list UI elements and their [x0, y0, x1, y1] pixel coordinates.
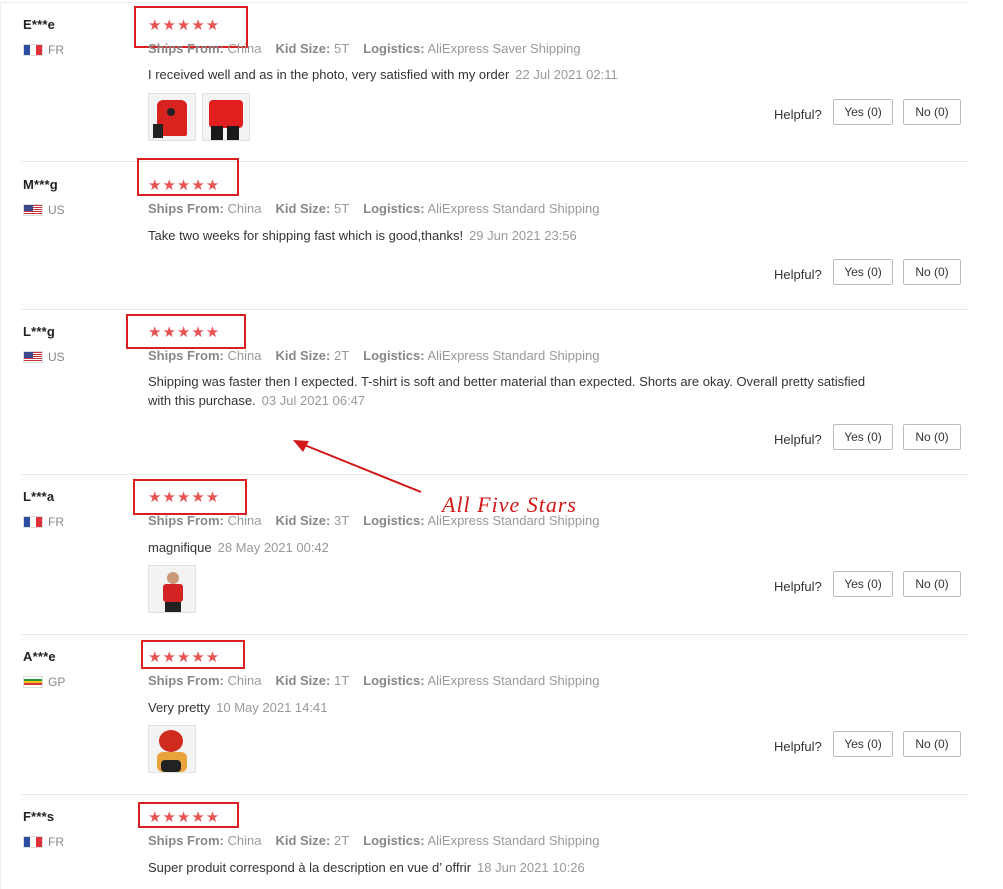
- review-divider: [22, 794, 968, 795]
- star-rating: ★★★★★: [148, 489, 221, 506]
- helpful-yes-button[interactable]: Yes (0): [833, 731, 893, 757]
- review-photos: [148, 93, 250, 141]
- reviewer-name: L***g: [23, 324, 56, 339]
- reviewer-country: GP: [23, 675, 65, 689]
- helpful-label: Helpful?: [774, 579, 822, 594]
- reviewer-name: F***s: [23, 809, 55, 824]
- review-photo[interactable]: [148, 93, 196, 141]
- helpful-no-button[interactable]: No (0): [903, 99, 961, 125]
- helpful-yes-button[interactable]: Yes (0): [833, 99, 893, 125]
- reviewer-country: US: [23, 350, 65, 364]
- helpful-label: Helpful?: [774, 739, 822, 754]
- helpful-label: Helpful?: [774, 107, 822, 122]
- helpful-yes-button[interactable]: Yes (0): [833, 571, 893, 597]
- review-text: Super produit correspond à la descriptio…: [148, 860, 585, 875]
- review-meta: Ships From: China Kid Size: 2T Logistics: …: [148, 833, 600, 848]
- annotation-label: All Five Stars: [442, 492, 577, 517]
- helpful-no-button[interactable]: No (0): [903, 571, 961, 597]
- helpful-no-button[interactable]: No (0): [903, 259, 961, 285]
- review-text: Shipping was faster then I expected. T-s…: [148, 374, 866, 408]
- review-photos: [148, 725, 196, 773]
- review-photo[interactable]: [148, 565, 196, 613]
- reviewer-name: E***e: [23, 17, 56, 32]
- review-divider: [22, 634, 968, 635]
- helpful-no-button[interactable]: No (0): [903, 731, 961, 757]
- review-photos: [148, 565, 196, 613]
- reviewer-name: A***e: [23, 649, 56, 664]
- helpful-label: Helpful?: [774, 432, 822, 447]
- review-meta: Ships From: China Kid Size: 5T Logistics: …: [148, 201, 600, 216]
- review-date: 03 Jul 2021 06:47: [261, 393, 366, 408]
- star-rating: ★★★★★: [148, 177, 221, 194]
- review-date: 22 Jul 2021 02:11: [515, 67, 618, 82]
- review-text: magnifique 28 May 2021 00:42: [148, 540, 329, 555]
- panel-top-border: [0, 2, 968, 3]
- usa-flag-icon: [23, 351, 43, 363]
- reviewer-name: L***a: [23, 489, 55, 504]
- france-flag-icon: [23, 516, 43, 528]
- panel-left-border: [0, 2, 1, 889]
- reviewer-country: FR: [23, 43, 64, 57]
- review-photo[interactable]: [202, 93, 250, 141]
- helpful-label: Helpful?: [774, 267, 822, 282]
- star-rating: ★★★★★: [148, 17, 221, 34]
- reviewer-country: US: [23, 203, 65, 217]
- france-flag-icon: [23, 836, 43, 848]
- review-date: 10 May 2021 14:41: [216, 700, 328, 715]
- reviewer-name: M***g: [23, 177, 58, 192]
- reviewer-country: FR: [23, 835, 64, 849]
- star-rating: ★★★★★: [148, 324, 221, 341]
- star-rating: ★★★★★: [148, 649, 221, 666]
- review-text: I received well and as in the photo, ver…: [148, 67, 618, 82]
- helpful-no-button[interactable]: No (0): [903, 424, 961, 450]
- france-flag-icon: [23, 44, 43, 56]
- review-date: 18 Jun 2021 10:26: [477, 860, 585, 875]
- review-meta: Ships From: China Kid Size: 1T Logistics: …: [148, 673, 600, 688]
- helpful-yes-button[interactable]: Yes (0): [833, 259, 893, 285]
- review-divider: [22, 309, 968, 310]
- review-date: 28 May 2021 00:42: [217, 540, 329, 555]
- guadeloupe-flag-icon: [23, 676, 43, 688]
- reviewer-country: FR: [23, 515, 64, 529]
- review-text: Take two weeks for shipping fast which i…: [148, 228, 577, 243]
- review-photo[interactable]: [148, 725, 196, 773]
- review-meta: Ships From: China Kid Size: 2T Logistics: …: [148, 348, 600, 363]
- review-date: 29 Jun 2021 23:56: [469, 228, 577, 243]
- review-meta: Ships From: China Kid Size: 5T Logistics: …: [148, 41, 581, 56]
- review-divider: [22, 474, 968, 475]
- helpful-yes-button[interactable]: Yes (0): [833, 424, 893, 450]
- usa-flag-icon: [23, 204, 43, 216]
- star-rating: ★★★★★: [148, 809, 221, 826]
- review-text: Very pretty 10 May 2021 14:41: [148, 700, 328, 715]
